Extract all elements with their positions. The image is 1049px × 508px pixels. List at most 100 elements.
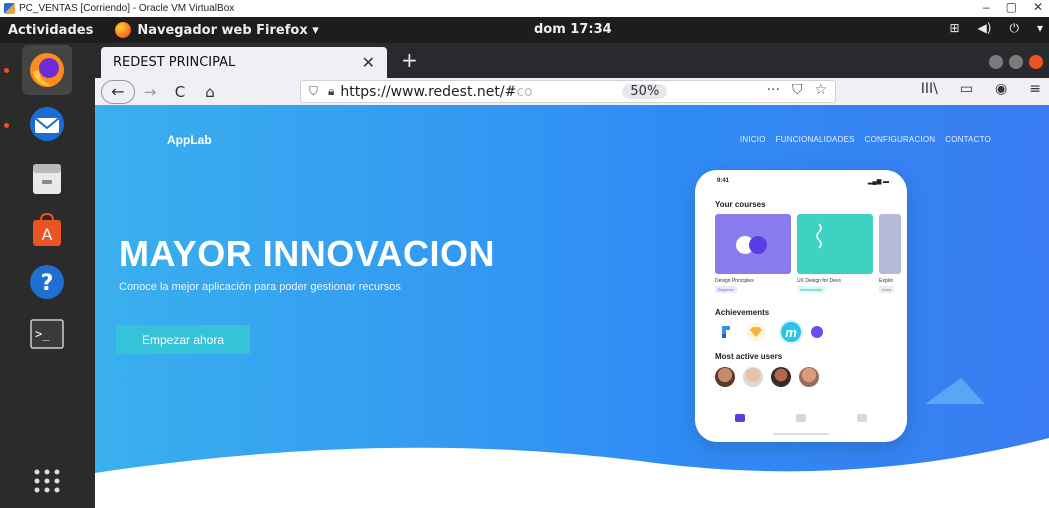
active-users-heading: Most active users: [715, 352, 783, 361]
nav-inicio[interactable]: INICIO: [740, 135, 766, 144]
nav-funcionalidades[interactable]: FUNCIONALIDADES: [776, 135, 855, 144]
window-controls: [989, 55, 1043, 69]
course-card: [797, 214, 873, 274]
maximize-window-button[interactable]: [1009, 55, 1023, 69]
reload-button[interactable]: C: [165, 83, 195, 101]
hero-wave: [95, 438, 1049, 508]
firefox-icon: [115, 22, 132, 38]
network-icon: ⊞: [949, 21, 960, 35]
site-nav: INICIO FUNCIONALIDADES CONFIGURACION CON…: [740, 135, 991, 144]
account-icon[interactable]: ◉: [995, 81, 1007, 97]
zoom-level[interactable]: 50%: [622, 84, 668, 99]
course-name: UX Design for Devs: [797, 278, 841, 284]
courses-heading: Your courses: [715, 200, 766, 209]
dock-terminal[interactable]: >_: [22, 309, 72, 359]
page-actions: ··· ⛉ ☆: [767, 82, 827, 98]
home-button[interactable]: ⌂: [195, 83, 225, 101]
lock-icon[interactable]: 🔒︎: [328, 84, 334, 99]
messages-tab-icon[interactable]: [796, 414, 806, 422]
minimize-button[interactable]: –: [983, 0, 990, 14]
avatar[interactable]: [799, 367, 819, 387]
restore-button[interactable]: ▢: [1006, 0, 1017, 14]
shield-icon[interactable]: ⛉: [309, 84, 318, 99]
dock-files[interactable]: [22, 153, 72, 203]
toolbar-right: III\ ▭ ◉ ≡: [921, 81, 1041, 97]
course-name: Design Principles: [715, 278, 754, 284]
hamburger-menu-icon[interactable]: ≡: [1029, 81, 1041, 97]
dock-software[interactable]: A: [22, 205, 72, 255]
files-icon: [33, 164, 61, 194]
apps-grid-icon: [34, 469, 60, 493]
svg-text:?: ?: [41, 271, 54, 296]
course-illustration: [816, 223, 822, 249]
activities-button[interactable]: Actividades: [8, 23, 93, 38]
avatar[interactable]: [743, 367, 763, 387]
nav-configuracion[interactable]: CONFIGURACION: [865, 135, 936, 144]
power-icon: ⏻: [1009, 21, 1019, 35]
software-icon: A: [33, 212, 61, 246]
course-level-badge: Beginner: [715, 286, 738, 293]
close-tab-icon[interactable]: ✕: [362, 53, 375, 72]
course-level-badge: Intermediate: [797, 286, 826, 293]
avatar[interactable]: [715, 367, 735, 387]
navigation-toolbar: ← → C ⌂ ⛉ 🔒︎ https://www.redest.net/#co …: [95, 78, 1049, 105]
sidebar-icon[interactable]: ▭: [960, 81, 973, 97]
terminal-icon: >_: [30, 319, 64, 349]
bookmark-star-icon[interactable]: ☆: [814, 82, 827, 98]
library-icon[interactable]: III\: [921, 81, 938, 97]
tab-strip: REDEST PRINCIPAL ✕ +: [95, 43, 1049, 78]
sketch-badge-icon: [747, 323, 765, 341]
avatar[interactable]: [771, 367, 791, 387]
figma-badge-icon: [717, 323, 735, 341]
url-bar[interactable]: ⛉ 🔒︎ https://www.redest.net/#co 50% ··· …: [300, 80, 836, 103]
virtualbox-icon: [4, 3, 15, 14]
firefox-icon: [30, 53, 64, 87]
help-icon: ?: [30, 265, 64, 299]
framer-badge-icon: m: [779, 320, 803, 344]
svg-text:A: A: [42, 225, 53, 244]
running-indicator: [4, 68, 9, 73]
forward-button[interactable]: →: [135, 83, 165, 101]
close-window-button[interactable]: [1029, 55, 1043, 69]
dock-show-apps[interactable]: [22, 455, 72, 505]
new-tab-button[interactable]: +: [401, 48, 418, 72]
nav-contacto[interactable]: CONTACTO: [945, 135, 991, 144]
tab-title: REDEST PRINCIPAL: [113, 55, 236, 70]
achievements-heading: Achievements: [715, 308, 770, 317]
dock-help[interactable]: ?: [22, 257, 72, 307]
top-panel: Actividades Navegador web Firefox ▾ dom …: [0, 17, 1049, 43]
course-illustration: [736, 236, 767, 254]
brand-logo[interactable]: AppLab: [167, 133, 212, 147]
home-indicator: [773, 433, 829, 435]
tab-redest-principal[interactable]: REDEST PRINCIPAL ✕: [101, 47, 387, 78]
pocket-icon[interactable]: ⛉: [792, 82, 803, 98]
course-card: [715, 214, 791, 274]
start-now-button[interactable]: Empezar ahora: [116, 325, 250, 354]
dock-thunderbird[interactable]: [22, 99, 72, 149]
vm-window-title: PC_VENTAS [Corriendo] - Oracle VM Virtua…: [19, 3, 235, 14]
decorative-triangle: [925, 378, 985, 404]
minimize-window-button[interactable]: [989, 55, 1003, 69]
phone-mockup: 9:41 ▂▄▆ ▬ Your courses Design Principle…: [695, 170, 907, 442]
app-menu-label: Navegador web Firefox ▾: [137, 22, 319, 38]
course-card: [879, 214, 901, 274]
course-name: Explor: [879, 278, 894, 284]
url-text[interactable]: https://www.redest.net/#co: [340, 84, 616, 100]
dock: A ? >_: [0, 43, 95, 508]
system-tray[interactable]: ⊞ ◀) ⏻ ▾: [949, 21, 1043, 36]
thunderbird-icon: [30, 107, 64, 141]
clock[interactable]: dom 17:34: [534, 22, 612, 37]
svg-text:>_: >_: [35, 327, 50, 341]
dock-firefox[interactable]: [22, 45, 72, 95]
app-menu[interactable]: Navegador web Firefox ▾: [115, 22, 319, 38]
vbox-window-controls: – ▢ ✕: [983, 0, 1043, 14]
volume-icon: ◀): [977, 21, 992, 35]
stats-tab-icon[interactable]: [857, 414, 867, 422]
home-tab-icon[interactable]: [735, 414, 745, 422]
phone-time: 9:41: [717, 178, 730, 184]
phone-status-icons: ▂▄▆ ▬: [867, 179, 889, 185]
page-actions-menu-icon[interactable]: ···: [767, 82, 780, 98]
generic-badge-icon: [811, 326, 823, 338]
close-button[interactable]: ✕: [1033, 0, 1043, 14]
back-button[interactable]: ←: [101, 79, 135, 104]
